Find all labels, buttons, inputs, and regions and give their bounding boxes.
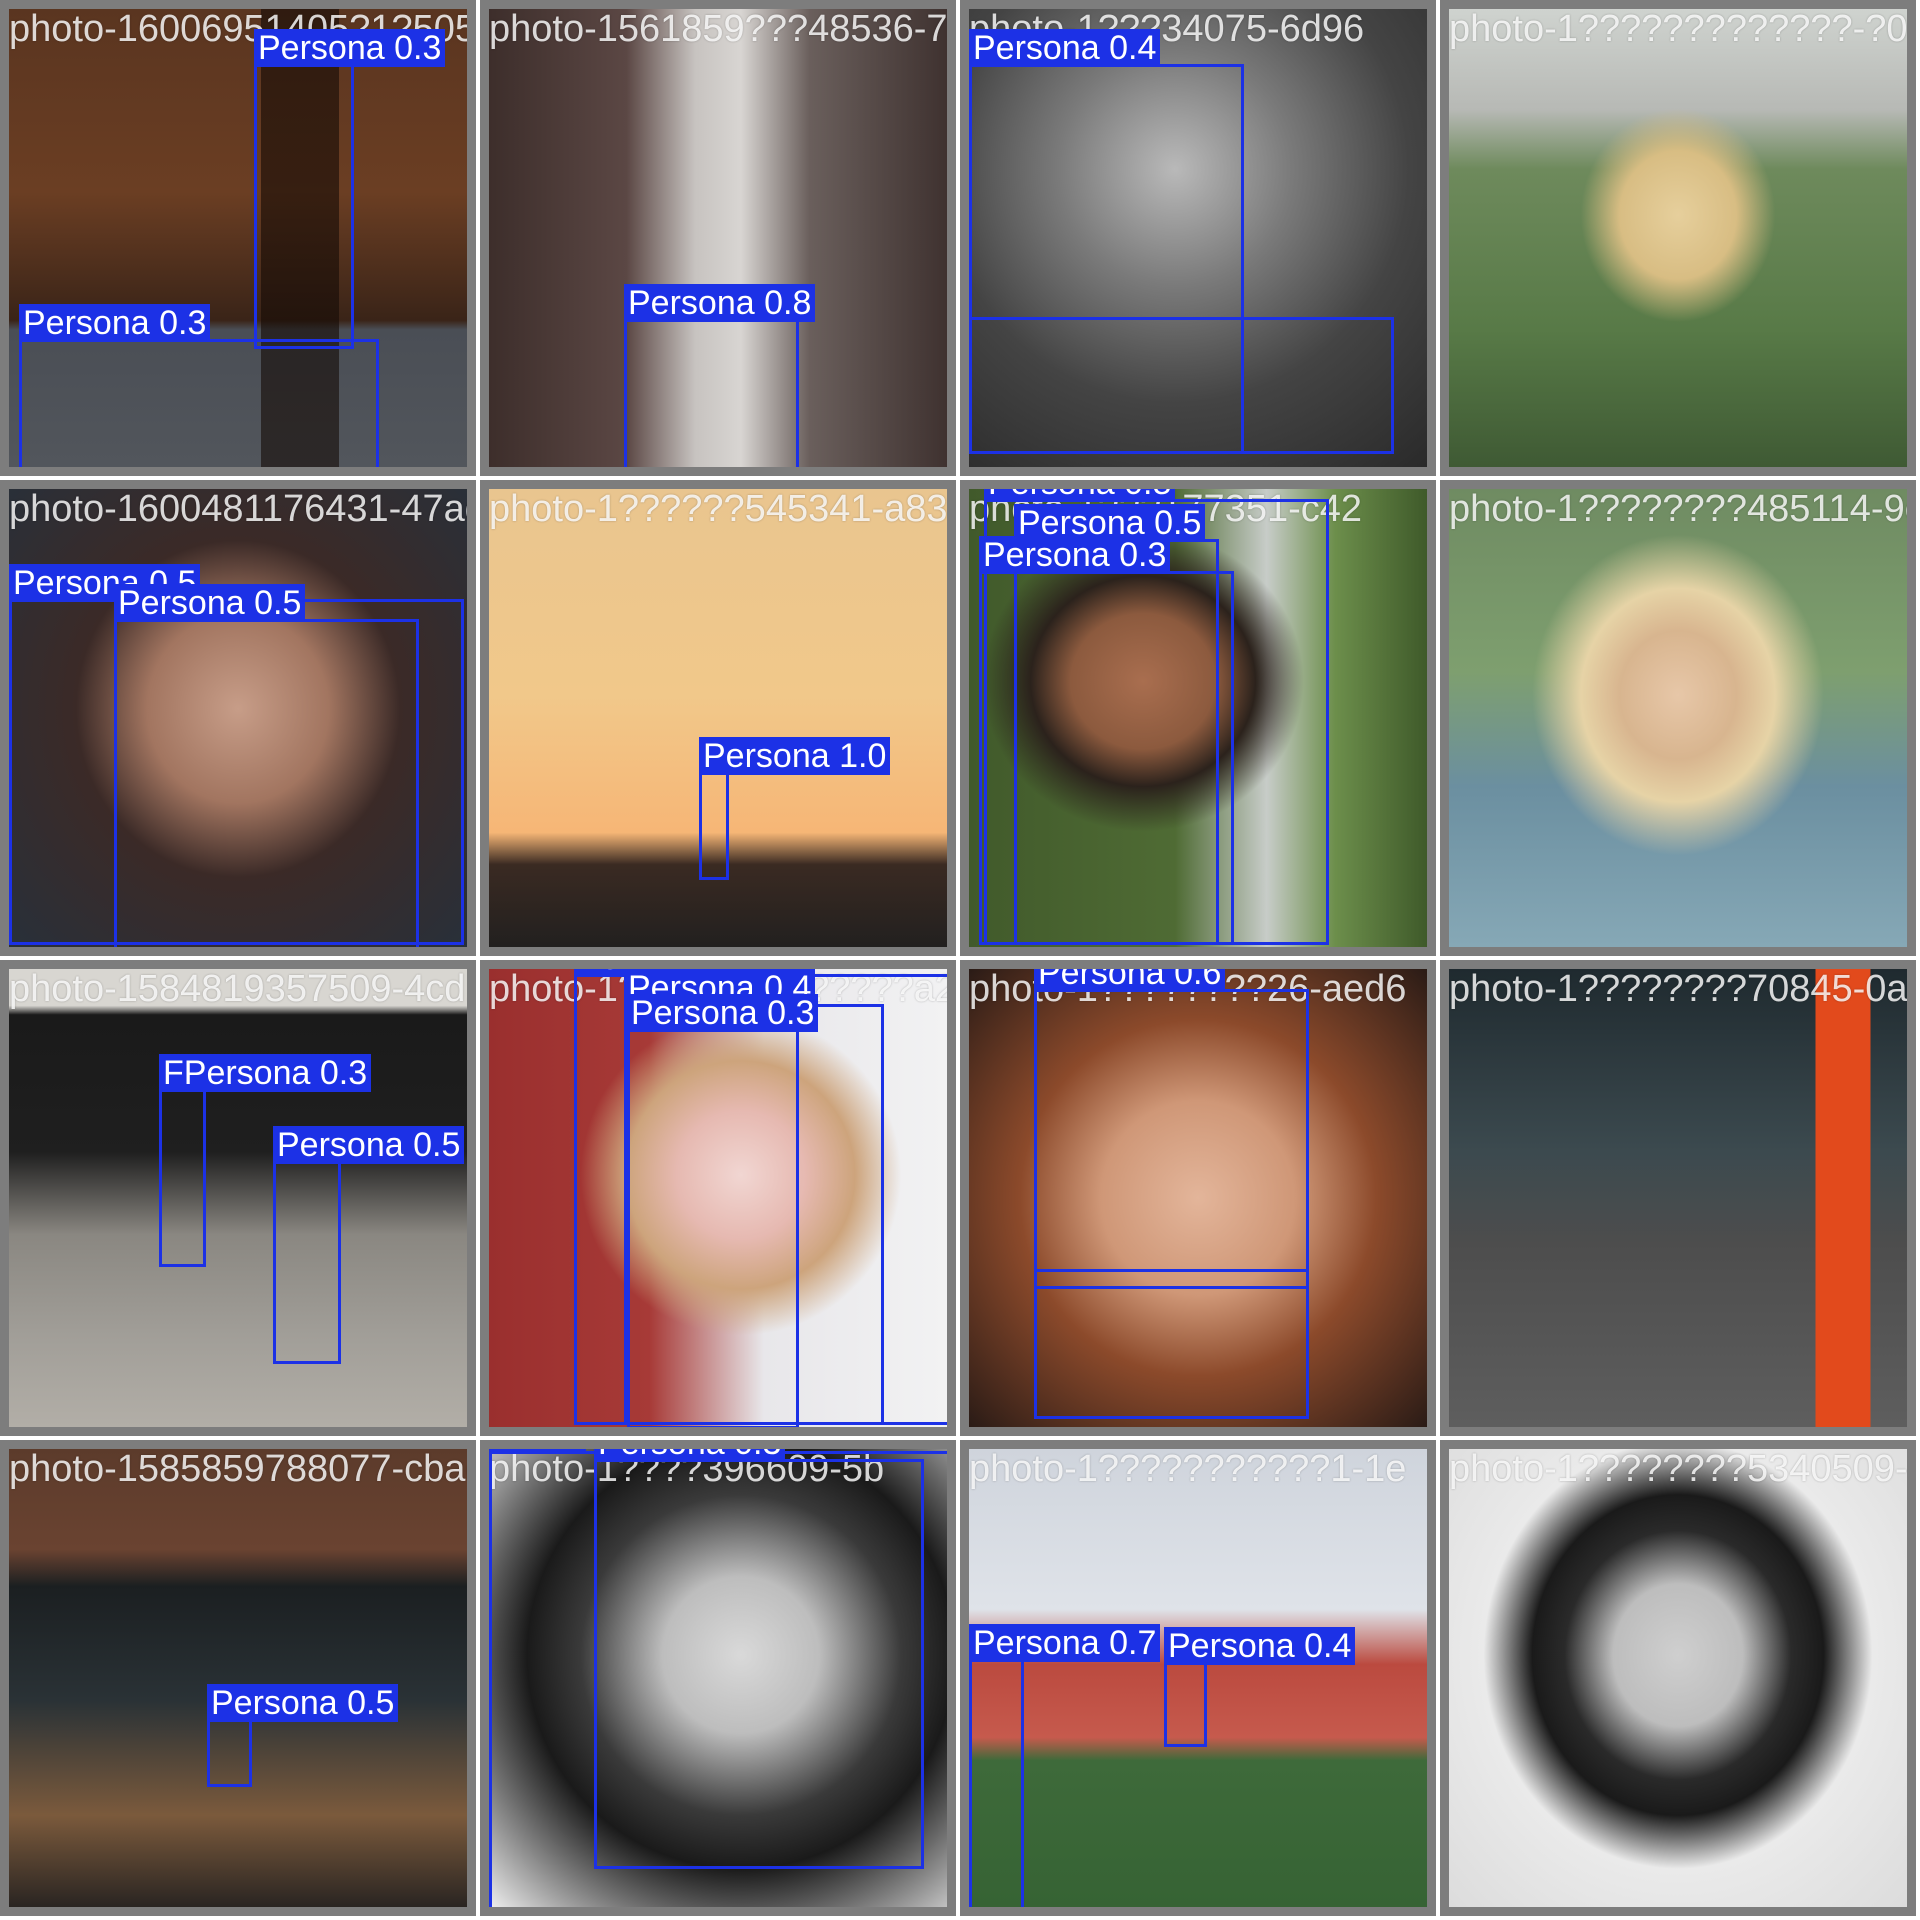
photo-blonde-lake xyxy=(1449,489,1907,947)
detection-label: Persona 0.8 xyxy=(984,480,1176,502)
tile-photo-16: photo-1????????5340509-793c xyxy=(1440,1440,1916,1916)
detection-label-text: Persona 0.5 xyxy=(211,1684,395,1722)
detection-label: Persona 0.3 xyxy=(627,994,819,1032)
photo-filename: photo-1584819357509-4cd1 xyxy=(9,968,476,1010)
detection-box: FPersona 0.3 xyxy=(159,1054,372,1267)
detection-box: Persona 0.5 xyxy=(207,1684,399,1787)
detection-label-text: Persona 1.0 xyxy=(703,737,887,775)
detection-box: Persona 0.3 xyxy=(594,1449,924,1869)
tile-photo-12: photo-1????????70845-0a89 xyxy=(1440,960,1916,1436)
detection-label-text: FPersona 0.3 xyxy=(163,1054,368,1092)
detection-label: Persona 0.3 xyxy=(594,1440,786,1462)
detection-label: Persona 0.4 xyxy=(1164,1627,1356,1665)
detection-label: Persona 0.4 xyxy=(969,29,1161,67)
detection-label-text: Persona 0.3 xyxy=(23,304,207,342)
photo-filename: photo-1??????545341-a831 xyxy=(489,488,956,530)
photo-filename: photo-1600481176431-47ad xyxy=(9,488,476,530)
tile-photo-9: photo-1584819357509-4cd1 FPersona 0.3 Pe… xyxy=(0,960,476,1436)
detection-label: Persona 1.0 xyxy=(699,737,891,775)
tile-photo-10: photo-1??????????????a2 Persona 0.3 Pers… xyxy=(480,960,956,1436)
detection-mosaic: photo-16006951405?1?505a Persona 0.3 Per… xyxy=(0,0,1920,1920)
detection-label-text: Perso xyxy=(493,1449,582,1454)
detection-box: Persona 1.0 xyxy=(699,737,891,880)
detection-label-text: Persona 0.5 xyxy=(277,1126,461,1164)
tile-photo-8: photo-1????????485114-9e2f xyxy=(1440,480,1916,956)
detection-label: Persona 0.3 xyxy=(19,304,211,342)
detection-box: Persona 0.7 xyxy=(969,1624,1161,1907)
photo-filename: photo-1?????????????-?05? xyxy=(1449,8,1916,50)
tile-photo-4: photo-1?????????????-?05? xyxy=(1440,0,1916,476)
tile-photo-7: photo-1???177351-c42 Persona 0.8 Persona… xyxy=(960,480,1436,956)
detection-label-text: Persona 0.7 xyxy=(973,1624,1157,1662)
photo-alley xyxy=(1449,969,1907,1427)
tile-photo-5: photo-1600481176431-47ad Persona 0.5 Per… xyxy=(0,480,476,956)
tile-photo-13: photo-1585859788077-cbac Persona 0.5 xyxy=(0,1440,476,1916)
tile-photo-14: photo-1????396609-5b Perso Persona 0.3 xyxy=(480,1440,956,1916)
tile-photo-2: photo-1561859???48536-7f9a Persona 0.8 xyxy=(480,0,956,476)
detection-label: FPersona 0.3 xyxy=(159,1054,372,1092)
detection-box: Persona 0.5 xyxy=(273,1126,465,1364)
tile-photo-15: photo-1???????????1-1e Persona 0.7 Perso… xyxy=(960,1440,1436,1916)
detection-label-text: Persona 0.4 xyxy=(973,29,1157,67)
detection-box: Persona 0.4 xyxy=(1164,1627,1356,1747)
detection-label-text: Persona 0.5 xyxy=(118,584,302,622)
detection-box: Persona 0.8 xyxy=(624,284,816,467)
photo-filename: photo-1????????70845-0a89 xyxy=(1449,968,1916,1010)
detection-box: Persona 0.3 xyxy=(19,304,379,467)
detection-label: Persona 0.3 xyxy=(254,29,446,67)
tile-photo-6: photo-1??????545341-a831 Persona 1.0 xyxy=(480,480,956,956)
detection-label-text: Persona 0.3 xyxy=(258,29,442,67)
detection-box: Persona 0.6 xyxy=(1034,969,1309,1289)
photo-filename: photo-1561859???48536-7f9a xyxy=(489,8,956,50)
detection-label: Persona 0.5 xyxy=(114,584,306,622)
photo-covent-garden xyxy=(9,1449,467,1907)
detection-label-text: Persona 0.3 xyxy=(983,536,1167,574)
detection-box: Persona 0.5 xyxy=(114,584,419,947)
photo-walkers-wall xyxy=(9,969,467,1427)
detection-box: Persona 0.3 xyxy=(979,536,1234,945)
detection-box: Persona 0.3 xyxy=(627,994,819,1427)
photo-filename: photo-1585859788077-cbac xyxy=(9,1448,476,1490)
detection-label: Persona 0.5 xyxy=(273,1126,465,1164)
detection-box xyxy=(1034,1269,1309,1419)
photo-filename: photo-1???????????1-1e xyxy=(969,1448,1407,1490)
detection-label-text: Persona 0.6 xyxy=(1038,960,1222,992)
detection-label-text: Persona 0.8 xyxy=(988,480,1172,502)
photo-filename: photo-1????????5340509-793c xyxy=(1449,1448,1908,1490)
detection-label: Persona 0.3 xyxy=(979,536,1171,574)
photo-blonde-field xyxy=(1449,9,1907,467)
detection-label: Persona 0.7 xyxy=(969,1624,1161,1662)
photo-filename: photo-1????????485114-9e2f xyxy=(1449,488,1916,530)
tile-photo-11: photo-1????????26-aed6 Persona 0.6 xyxy=(960,960,1436,1436)
detection-label-text: Persona 0.3 xyxy=(631,994,815,1032)
tile-photo-3: photo-1???34075-6d96 Persona 0.4 xyxy=(960,0,1436,476)
detection-label-text: Persona 0.8 xyxy=(628,284,812,322)
detection-box xyxy=(969,317,1394,454)
detection-box: Persona 0.3 xyxy=(254,29,446,349)
detection-label: Persona 0.6 xyxy=(1034,960,1226,992)
detection-label-text: Persona 0.4 xyxy=(1168,1627,1352,1665)
photo-bw-man xyxy=(1449,1449,1907,1907)
detection-label: Persona 0.8 xyxy=(624,284,816,322)
detection-label-text: Persona 0.3 xyxy=(598,1440,782,1462)
detection-label: Persona 0.5 xyxy=(207,1684,399,1722)
tile-photo-1: photo-16006951405?1?505a Persona 0.3 Per… xyxy=(0,0,476,476)
detection-label: Perso xyxy=(489,1449,586,1454)
